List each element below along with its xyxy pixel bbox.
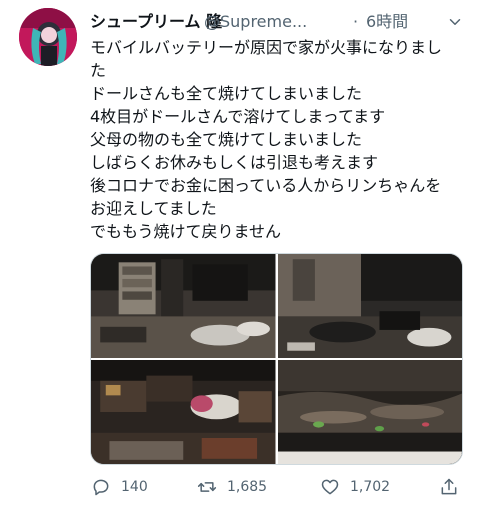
share-icon bbox=[441, 478, 457, 495]
tweet-text-line: しばらくお休みもしくは引退も考えます bbox=[90, 153, 379, 172]
tweet-text-line: でももう焼けて戻りません bbox=[90, 222, 282, 241]
media-photo-2[interactable] bbox=[277, 254, 462, 358]
like-count: 1,702 bbox=[350, 479, 391, 495]
tweet-text-line: 父母の物のも全て焼けてしまいました bbox=[90, 130, 363, 149]
share-button[interactable] bbox=[439, 475, 459, 499]
reply-count: 140 bbox=[121, 479, 148, 495]
tweet-text: モバイルバッテリーが原因で家が火事になりまし た ドールさんも全て焼けてしまいま… bbox=[90, 36, 468, 243]
more-icon[interactable] bbox=[446, 13, 464, 31]
tweet-text-line: た bbox=[90, 61, 107, 80]
heart-icon bbox=[321, 479, 339, 495]
tweet-actions: 140 1,685 1,702 bbox=[90, 475, 468, 499]
tweet-text-line: お迎えしてました bbox=[90, 199, 217, 218]
retweet-button[interactable]: 1,685 bbox=[197, 475, 267, 499]
tweet-text-line: 後コロナでお金に困っている人からリンちゃんを bbox=[90, 176, 442, 195]
tweet-header: シュープリーム 隆 @Supreme... · 6時間 bbox=[90, 11, 464, 33]
reply-button[interactable]: 140 bbox=[91, 475, 148, 499]
reply-icon bbox=[93, 479, 109, 496]
tweet-text-line: ドールさんも全て焼けてしまいました bbox=[90, 84, 363, 103]
author-display-name[interactable]: シュープリーム 隆 bbox=[90, 11, 222, 33]
tweet-timestamp[interactable]: 6時間 bbox=[366, 11, 408, 33]
media-photo-1[interactable] bbox=[91, 254, 276, 358]
tweet-text-line: モバイルバッテリーが原因で家が火事になりまし bbox=[90, 38, 443, 57]
tweet-text-line: 4枚目がドールさんで溶けてしまってます bbox=[90, 107, 386, 126]
retweet-count: 1,685 bbox=[227, 479, 268, 495]
media-photo-4[interactable] bbox=[277, 360, 462, 464]
retweet-icon bbox=[197, 482, 217, 492]
media-photo-3[interactable] bbox=[91, 360, 276, 464]
tweet[interactable]: シュープリーム 隆 @Supreme... · 6時間 モバイルバッテリーが原因… bbox=[0, 0, 480, 507]
avatar[interactable] bbox=[19, 8, 77, 66]
separator-dot: · bbox=[353, 12, 359, 31]
like-button[interactable]: 1,702 bbox=[320, 475, 390, 499]
author-handle[interactable]: @Supreme... bbox=[204, 11, 307, 33]
media-grid bbox=[90, 253, 463, 465]
